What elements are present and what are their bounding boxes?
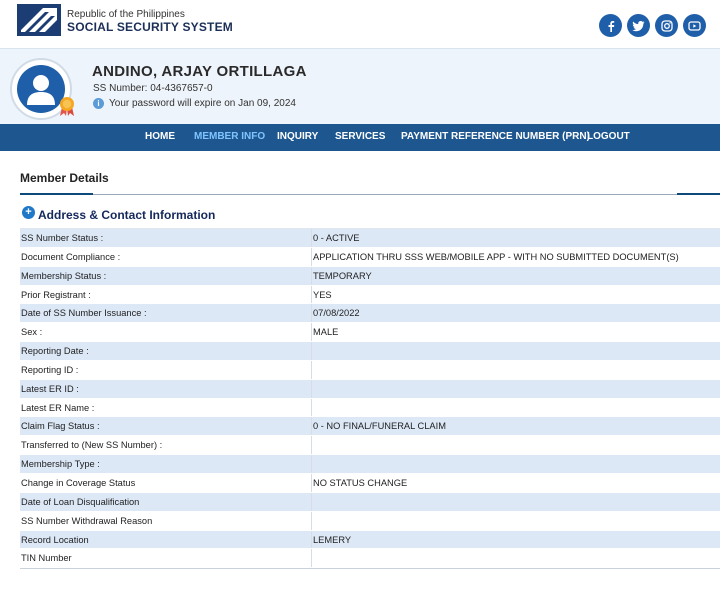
row-label: Transferred to (New SS Number) :	[20, 436, 312, 455]
table-row: Date of Loan Disqualification	[20, 492, 720, 512]
row-label: SS Number Status :	[20, 229, 312, 247]
row-value	[312, 549, 720, 567]
member-profile-panel: ANDINO, ARJAY ORTILLAGA SS Number: 04-43…	[0, 48, 720, 124]
row-value	[312, 380, 720, 398]
row-label: Latest ER ID :	[20, 379, 312, 398]
row-label: Claim Flag Status :	[20, 417, 312, 436]
page-title: Member Details	[20, 171, 109, 185]
table-row: Date of SS Number Issuance : 07/08/2022	[20, 304, 720, 324]
nav-home[interactable]: HOME	[145, 131, 175, 142]
row-label: Date of SS Number Issuance :	[20, 304, 312, 323]
table-row: Membership Type :	[20, 455, 720, 474]
password-expiry-notice: Your password will expire on Jan 09, 202…	[109, 98, 296, 109]
row-label: Prior Registrant :	[20, 285, 312, 304]
table-row: Record Location LEMERY	[20, 530, 720, 550]
table-row: Claim Flag Status : 0 - NO FINAL/FUNERAL…	[20, 417, 720, 437]
row-value: 0 - NO FINAL/FUNERAL CLAIM	[313, 421, 446, 432]
row-value: 0 - ACTIVE	[313, 233, 360, 243]
award-badge-icon	[60, 97, 74, 116]
table-row: Prior Registrant : YES	[20, 285, 720, 305]
row-value: YES	[313, 289, 332, 300]
row-label: Change in Coverage Status	[20, 473, 312, 492]
row-value	[312, 361, 720, 379]
table-row: TIN Number	[20, 549, 720, 569]
nav-logout[interactable]: LOGOUT	[587, 131, 630, 142]
row-label: Document Compliance :	[20, 247, 312, 266]
row-label: SS Number Withdrawal Reason	[20, 511, 312, 530]
table-row: Latest ER Name :	[20, 398, 720, 418]
row-label: Membership Type :	[20, 455, 312, 473]
row-value: TEMPORARY	[313, 270, 372, 281]
row-value	[312, 436, 720, 454]
youtube-icon[interactable]	[683, 14, 706, 37]
row-label: Date of Loan Disqualification	[20, 492, 312, 511]
table-row: Transferred to (New SS Number) :	[20, 436, 720, 456]
table-row: SS Number Withdrawal Reason	[20, 511, 720, 531]
table-row: Reporting ID :	[20, 360, 720, 380]
row-label: Membership Status :	[20, 266, 312, 285]
section-divider	[677, 193, 720, 195]
row-value	[312, 493, 720, 511]
address-contact-toggle[interactable]: Address & Contact Information	[38, 208, 215, 222]
row-label: Reporting Date :	[20, 342, 312, 360]
table-row: Sex : MALE	[20, 323, 720, 343]
row-label: Sex :	[20, 323, 312, 342]
section-divider	[93, 194, 677, 195]
nav-payment-reference-number[interactable]: PAYMENT REFERENCE NUMBER (PRN)	[401, 131, 590, 142]
member-name: ANDINO, ARJAY ORTILLAGA	[92, 63, 307, 80]
row-value: MALE	[313, 327, 339, 338]
expand-plus-icon[interactable]: +	[22, 206, 35, 219]
row-value	[312, 512, 720, 530]
instagram-icon[interactable]	[655, 14, 678, 37]
row-label: Record Location	[20, 530, 312, 549]
main-navigation: HOME MEMBER INFO INQUIRY SERVICES PAYMEN…	[0, 124, 720, 151]
row-label: TIN Number	[20, 549, 312, 568]
info-icon: i	[93, 98, 104, 109]
member-details-table: SS Number Status : 0 - ACTIVE Document C…	[20, 228, 720, 570]
table-row: Membership Status : TEMPORARY	[20, 266, 720, 286]
ss-number-text: SS Number: 04-4367657-0	[93, 83, 213, 94]
nav-member-info[interactable]: MEMBER INFO	[194, 131, 265, 142]
row-value: APPLICATION THRU SSS WEB/MOBILE APP - WI…	[313, 251, 679, 262]
row-value: NO STATUS CHANGE	[313, 477, 408, 488]
row-label: Latest ER Name :	[20, 398, 312, 417]
section-divider	[20, 193, 93, 195]
row-value: 07/08/2022	[313, 308, 360, 319]
table-row: Latest ER ID :	[20, 379, 720, 399]
table-row: Document Compliance : APPLICATION THRU S…	[20, 247, 720, 267]
sss-logo-icon	[17, 4, 61, 36]
facebook-icon[interactable]	[599, 14, 622, 37]
row-value: LEMERY	[313, 534, 352, 545]
row-value	[312, 342, 720, 360]
row-label: Reporting ID :	[20, 360, 312, 379]
twitter-icon[interactable]	[627, 14, 650, 37]
top-header: Republic of the Philippines SOCIAL SECUR…	[0, 0, 720, 48]
table-row: Reporting Date :	[20, 342, 720, 361]
nav-services[interactable]: SERVICES	[335, 131, 385, 142]
row-value	[312, 399, 720, 417]
brand-title: SOCIAL SECURITY SYSTEM	[67, 20, 233, 34]
table-row: Change in Coverage Status NO STATUS CHAN…	[20, 473, 720, 493]
row-value	[312, 455, 720, 473]
brand-subtitle: Republic of the Philippines	[67, 9, 185, 20]
table-row: SS Number Status : 0 - ACTIVE	[20, 229, 720, 248]
nav-inquiry[interactable]: INQUIRY	[277, 131, 318, 142]
